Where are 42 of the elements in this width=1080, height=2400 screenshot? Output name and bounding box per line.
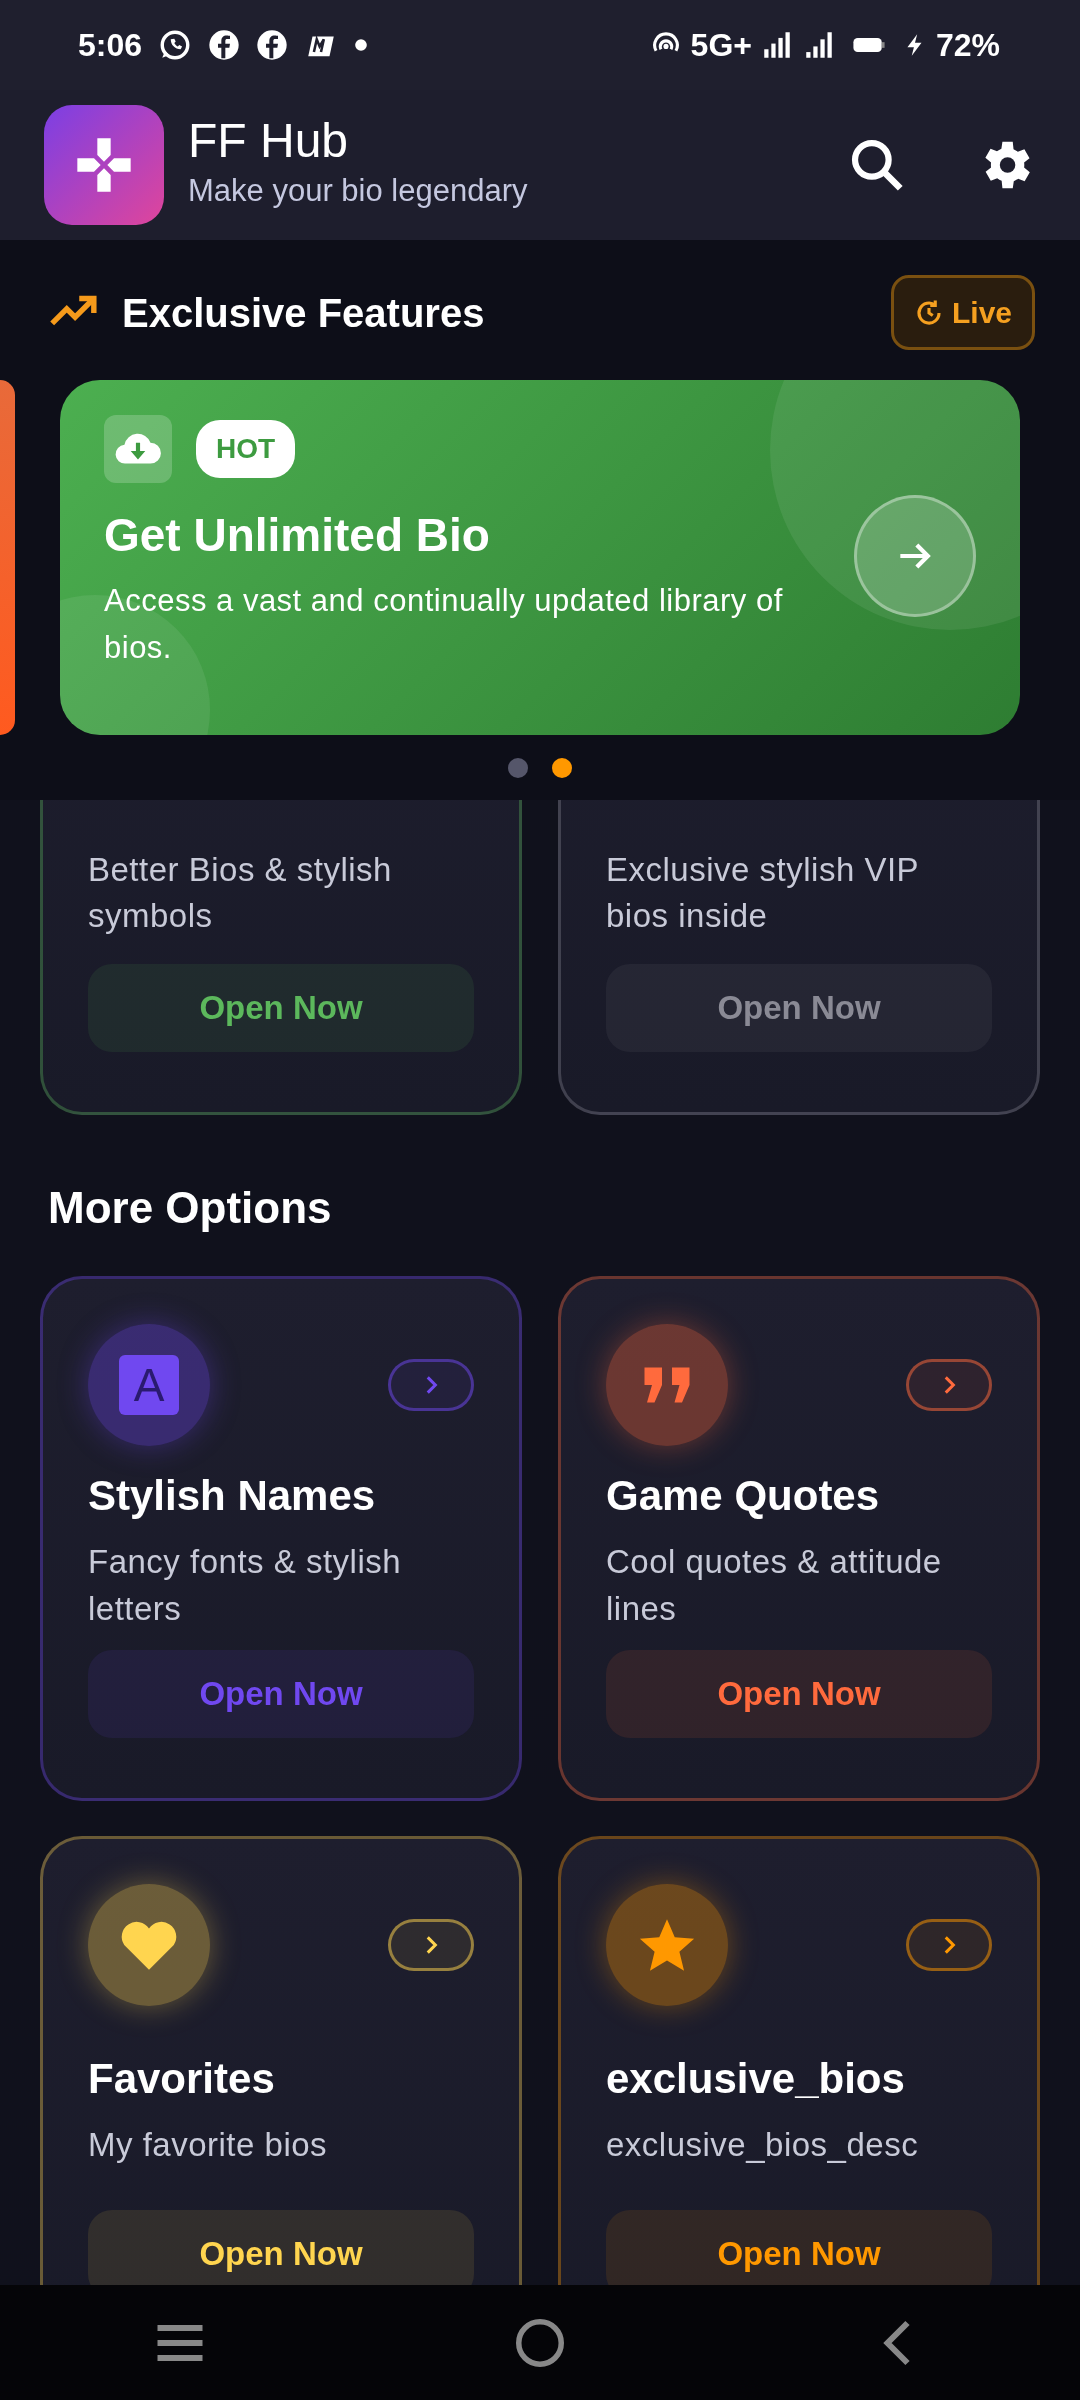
open-now-button[interactable]: Open Now	[606, 2210, 992, 2285]
live-label: Live	[951, 295, 1012, 331]
clock-time: 5:06	[78, 26, 143, 65]
section-title: More Options	[48, 1182, 333, 1234]
hot-badge: HOT	[196, 420, 296, 478]
carousel-dot[interactable]	[508, 758, 528, 778]
card-description: My favorite bios	[88, 2125, 329, 2166]
banner-title: Get Unlimited Bio	[104, 508, 491, 563]
open-now-button[interactable]: Open Now	[88, 2210, 474, 2285]
banner-description: Access a vast and continually updated library of bios.	[104, 582, 784, 667]
option-card[interactable]: Game Quotes Cool quotes & attitude lines Open Now	[558, 1276, 1040, 1801]
notification-dot-icon	[354, 38, 369, 52]
live-button[interactable]: Live	[890, 275, 1035, 350]
card-description: exclusive_bios_desc	[606, 2125, 920, 2166]
card-description: Better Bios & stylish symbols	[88, 849, 393, 936]
cloud-download-icon	[104, 415, 172, 483]
app-title: FF Hub	[188, 115, 350, 169]
carousel-dot[interactable]	[552, 758, 572, 778]
option-card[interactable]: Favorites My favorite bios Open Now	[40, 1836, 522, 2285]
open-now-button[interactable]: Open Now	[606, 1650, 992, 1738]
network-type: 5G+	[690, 26, 752, 65]
card-description: Exclusive stylish VIP bios inside	[606, 849, 920, 936]
section-title: Exclusive Features	[122, 289, 485, 337]
chevron-button[interactable]	[906, 1359, 992, 1411]
open-now-button[interactable]: Open Now	[606, 964, 992, 1052]
card-description: Cool quotes & attitude lines	[606, 1542, 943, 1629]
card-title: exclusive_bios	[606, 2054, 906, 2105]
f-logo-icon	[208, 29, 241, 61]
f-logo-icon	[256, 29, 289, 61]
open-now-button[interactable]: Open Now	[88, 964, 474, 1052]
option-card[interactable]: Better Bios & stylish symbols Open Now	[40, 800, 522, 1115]
letter-icon: A	[119, 1355, 179, 1415]
chevron-button[interactable]	[906, 1919, 992, 1971]
card-description: Fancy fonts & stylish letters	[88, 1542, 403, 1629]
battery-level: 72%	[935, 26, 1000, 65]
card-title: Stylish Names	[88, 1471, 377, 1522]
card-title: Favorites	[88, 2054, 276, 2105]
option-card[interactable]: Exclusive stylish VIP bios inside Open Now	[558, 800, 1040, 1115]
option-card[interactable]: exclusive_bios exclusive_bios_desc Open Now	[558, 1836, 1040, 2285]
app-subtitle: Make your bio legendary	[188, 172, 529, 211]
feature-banner[interactable]: HOT Get Unlimited Bio Access a vast and continually updated library of bios.	[60, 380, 1020, 735]
card-title: Game Quotes	[606, 1471, 881, 1522]
